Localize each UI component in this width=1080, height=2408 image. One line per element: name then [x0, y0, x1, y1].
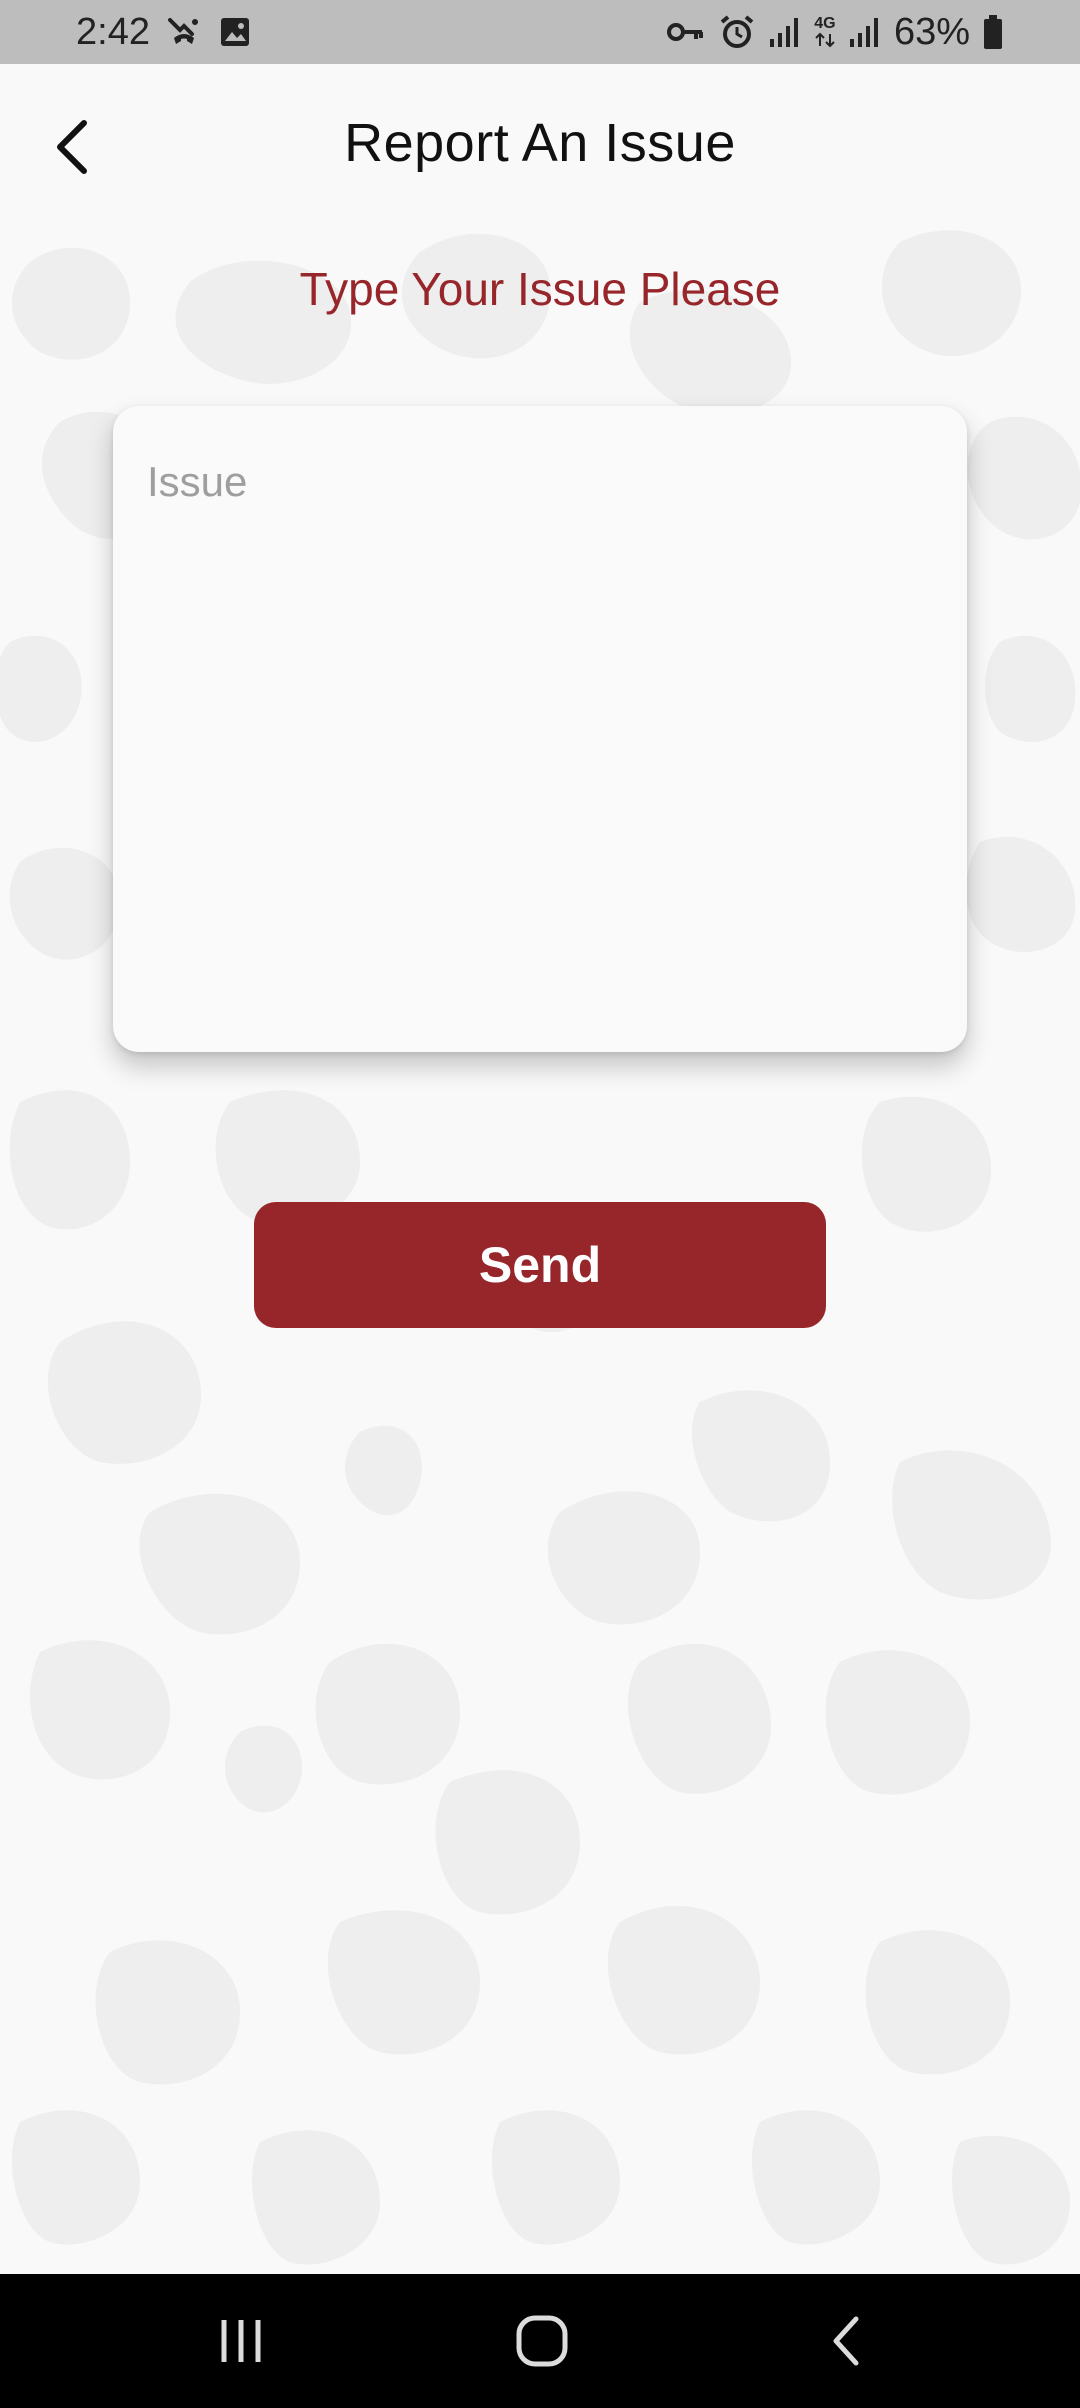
signal-icon — [768, 15, 802, 49]
home-icon — [516, 2315, 568, 2367]
signal-icon — [848, 15, 882, 49]
send-button[interactable]: Send — [254, 1202, 826, 1328]
missed-call-icon — [164, 12, 204, 52]
form-subtitle: Type Your Issue Please — [299, 263, 781, 315]
back-icon — [833, 2316, 859, 2366]
network-type-text: 4G — [814, 15, 836, 32]
network-type-label: 4G — [814, 16, 836, 48]
app-bar: Report An Issue — [0, 64, 1080, 222]
recent-apps-icon — [221, 2320, 261, 2362]
battery-percent: 63% — [893, 10, 970, 53]
status-bar: 2:42 4G 63% — [0, 0, 1080, 64]
recent-apps-button[interactable] — [161, 2274, 321, 2408]
gallery-icon — [218, 15, 252, 49]
vpn-key-icon — [666, 17, 706, 47]
issue-textarea[interactable] — [113, 406, 967, 1052]
report-issue-screen: 2:42 4G 63% Report An Issue Type Your Is… — [0, 0, 1080, 2408]
status-right: 4G 63% — [666, 0, 1004, 64]
status-time: 2:42 — [76, 10, 150, 53]
alarm-icon — [718, 13, 756, 51]
status-left: 2:42 — [76, 0, 252, 64]
home-button[interactable] — [462, 2274, 622, 2408]
page-title: Report An Issue — [344, 113, 736, 173]
system-nav-bar — [0, 2274, 1080, 2408]
issue-card — [113, 406, 967, 1052]
battery-icon — [982, 14, 1004, 50]
nav-back-button[interactable] — [766, 2274, 926, 2408]
